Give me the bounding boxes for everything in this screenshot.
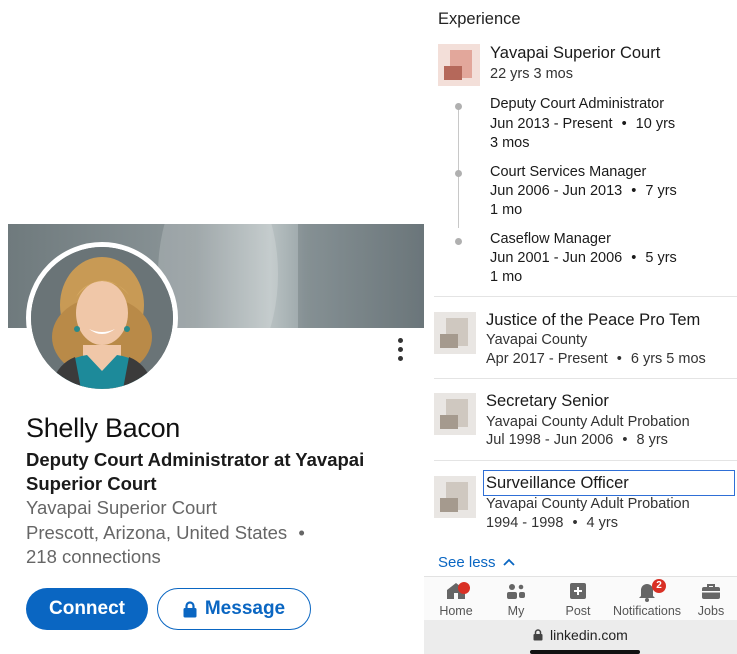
avatar[interactable] [26,242,178,394]
network-icon [507,584,525,599]
profile-name: Shelly Bacon [26,413,180,443]
nav-my-network[interactable]: My [486,579,546,618]
bottom-nav: Home My Post 2 Notifications Jobs [424,576,737,620]
more-options-icon[interactable] [392,338,408,366]
position-duration: 4 yrs [586,515,618,531]
connect-button[interactable]: Connect [26,588,148,630]
lock-icon [183,600,197,617]
message-button[interactable]: Message [157,588,311,630]
profile-connections[interactable]: 218 connections [26,546,161,568]
nav-notifications-label: Notifications [612,604,682,618]
nav-notifications[interactable]: 2 Notifications [610,579,684,618]
nav-post-label: Post [565,604,591,618]
position-company: Yavapai County Adult Probation [486,496,690,512]
timeline-dot [455,170,462,177]
profile-card: Shelly Bacon Deputy Court Administrator … [0,0,428,654]
home-badge [458,582,470,594]
dot-separator: • [616,351,622,367]
notifications-badge: 2 [652,579,666,593]
avatar-photo [31,247,173,389]
dot-separator: • [621,116,627,132]
home-indicator [530,650,640,654]
experience-section: Experience Yavapai Superior Court 22 yrs… [424,0,737,654]
timeline-line [458,108,459,228]
dot-separator: • [572,515,578,531]
position-dates-text: 1994 - 1998 [486,515,564,531]
divider [434,378,737,379]
location-text: Prescott, Arizona, United States [26,522,288,543]
plus-square-icon [570,583,586,599]
company-logo[interactable] [438,44,480,86]
profile-location: Prescott, Arizona, United States • [26,522,305,544]
role-dates: Jun 2013 - Present • 10 yrs [490,116,675,132]
position-title[interactable]: Surveillance Officer [486,474,629,493]
browser-url-bar[interactable]: linkedin.com [424,620,737,654]
nav-home[interactable]: Home [426,579,486,618]
timeline-dot [455,238,462,245]
group-company-name[interactable]: Yavapai Superior Court [490,44,660,63]
nav-jobs-label: Jobs [697,604,725,618]
position-title[interactable]: Secretary Senior [486,392,609,411]
position-duration: 6 yrs 5 mos [630,351,706,367]
dot-separator: • [631,250,637,266]
role-title[interactable]: Caseflow Manager [490,231,611,247]
message-label: Message [204,598,286,619]
nav-post[interactable]: Post [548,579,608,618]
role-title[interactable]: Court Services Manager [490,164,646,180]
url-text: linkedin.com [550,627,628,643]
dot-separator: • [622,432,628,448]
role-dates: Jun 2006 - Jun 2013 • 7 yrs [490,183,677,199]
role-dates-text: Jun 2006 - Jun 2013 [490,183,623,199]
role-duration-cont: 1 mo [490,269,523,285]
position-company: Yavapai County [486,332,588,348]
position-dates-text: Jul 1998 - Jun 2006 [486,432,614,448]
lock-icon [533,629,543,641]
see-less-link[interactable]: See less [438,554,515,571]
dot-separator: • [631,183,637,199]
position-dates: 1994 - 1998 • 4 yrs [486,515,618,531]
briefcase-icon [702,584,720,599]
company-logo[interactable] [434,476,476,518]
experience-title: Experience [438,10,521,28]
position-dates: Jul 1998 - Jun 2006 • 8 yrs [486,432,668,448]
divider [434,296,737,297]
role-duration: 7 yrs [645,183,677,199]
url-display[interactable]: linkedin.com [424,627,737,643]
role-dates: Jun 2001 - Jun 2006 • 5 yrs [490,250,677,266]
role-dates-text: Jun 2013 - Present [490,116,613,132]
company-logo[interactable] [434,393,476,435]
position-dates-text: Apr 2017 - Present [486,351,608,367]
see-less-label: See less [438,554,496,571]
role-duration: 5 yrs [645,250,677,266]
chevron-up-icon [503,558,515,566]
location-separator: • [298,522,305,543]
profile-company[interactable]: Yavapai Superior Court [26,497,217,519]
timeline-dot [455,103,462,110]
role-duration-cont: 3 mos [490,135,530,151]
role-duration-cont: 1 mo [490,202,523,218]
position-duration: 8 yrs [636,432,668,448]
role-dates-text: Jun 2001 - Jun 2006 [490,250,623,266]
role-title[interactable]: Deputy Court Administrator [490,96,664,112]
position-title[interactable]: Justice of the Peace Pro Tem [486,311,700,330]
nav-home-label: Home [439,604,473,618]
profile-headline: Deputy Court Administrator at Yavapai Su… [26,449,365,494]
divider [434,460,737,461]
role-duration: 10 yrs [635,116,676,132]
nav-my-label: My [507,604,525,618]
group-duration: 22 yrs 3 mos [490,66,573,82]
company-logo[interactable] [434,312,476,354]
nav-jobs[interactable]: Jobs [686,579,736,618]
position-dates: Apr 2017 - Present • 6 yrs 5 mos [486,351,706,367]
position-company: Yavapai County Adult Probation [486,414,690,430]
connect-label: Connect [49,598,125,619]
